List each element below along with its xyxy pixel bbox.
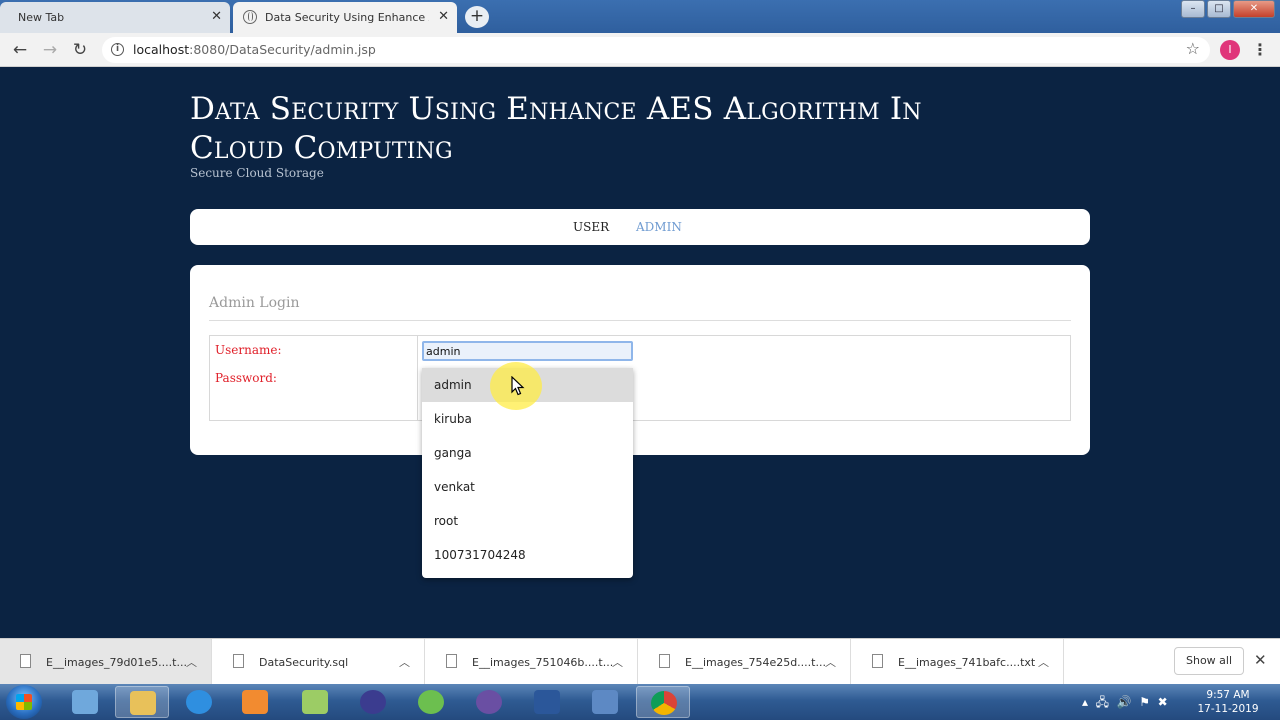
- taskbar-app[interactable]: [578, 686, 632, 718]
- folder-icon: [130, 691, 156, 715]
- suggestion-item[interactable]: ganga: [422, 436, 633, 470]
- taskbar-app[interactable]: [172, 686, 226, 718]
- clock-time: 9:57 AM: [1206, 689, 1250, 701]
- page-subtitle: Secure Cloud Storage: [190, 166, 324, 180]
- chevron-up-icon[interactable]: ︿: [1038, 654, 1049, 670]
- show-all-button[interactable]: Show all: [1174, 647, 1244, 675]
- internet-explorer-icon: [186, 690, 212, 714]
- suggestion-item[interactable]: 100731704248: [422, 538, 633, 572]
- download-item[interactable]: DataSecurity.sql ︿: [213, 639, 425, 685]
- nav-admin-link[interactable]: ADMIN: [636, 220, 682, 234]
- file-icon: [233, 654, 244, 668]
- tab-title: Data Security Using Enhance AES: [265, 11, 429, 24]
- taskbar-app[interactable]: [346, 686, 400, 718]
- username-input[interactable]: admin: [422, 341, 633, 361]
- nav-user-link[interactable]: USER: [573, 220, 609, 234]
- download-filename: E__images_741bafc....txt: [898, 656, 1036, 669]
- admin-login-panel: Admin Login Username: Password: admin: [190, 265, 1090, 455]
- url-path: :8080/DataSecurity/admin.jsp: [189, 42, 376, 57]
- mouse-pointer-icon: [511, 376, 525, 396]
- tab-title: New Tab: [18, 11, 65, 24]
- eclipse-purple-icon: [476, 690, 502, 714]
- site-nav: USER ADMIN: [190, 209, 1090, 245]
- url-host: localhost: [133, 42, 190, 57]
- file-icon: [872, 654, 883, 668]
- globe-icon: [243, 10, 257, 24]
- maximize-button[interactable]: □: [1207, 0, 1231, 18]
- chevron-up-icon[interactable]: ︿: [612, 654, 623, 670]
- page-content: Data Security Using Enhance AES Algorith…: [0, 68, 1280, 638]
- taskbar-app[interactable]: [288, 686, 342, 718]
- close-icon[interactable]: ✕: [211, 9, 222, 24]
- eclipse-icon: [360, 690, 386, 714]
- chart-app-icon: [302, 690, 328, 714]
- browser-toolbar: ← → ↻ i localhost:8080/DataSecurity/admi…: [0, 33, 1280, 67]
- suggestion-item[interactable]: venkat: [422, 470, 633, 504]
- close-icon[interactable]: ✕: [1254, 651, 1267, 669]
- minimize-button[interactable]: –: [1181, 0, 1205, 18]
- panel-heading: Admin Login: [209, 295, 300, 311]
- browser-tab-strip: New Tab ✕ Data Security Using Enhance AE…: [0, 0, 1280, 33]
- system-tray[interactable]: ▴ 🖧 🔊 ⚑ ✖: [1082, 693, 1168, 714]
- login-form: Username: Password: admin: [209, 335, 1071, 421]
- back-arrow-icon[interactable]: ←: [9, 39, 31, 61]
- chevron-up-icon[interactable]: ︿: [399, 654, 410, 670]
- page-title: Data Security Using Enhance AES Algorith…: [190, 91, 922, 166]
- page-scrollbar[interactable]: [1272, 68, 1280, 638]
- forward-arrow-icon[interactable]: →: [39, 39, 61, 61]
- divider: [417, 336, 418, 420]
- windows-taskbar: ▴ 🖧 🔊 ⚑ ✖ 9:57 AM 17-11-2019: [0, 684, 1280, 720]
- download-item[interactable]: E__images_741bafc....txt ︿: [852, 639, 1064, 685]
- divider: [209, 320, 1071, 321]
- bookmark-star-icon[interactable]: ☆: [1186, 39, 1200, 58]
- address-bar[interactable]: i localhost:8080/DataSecurity/admin.jsp …: [102, 37, 1210, 63]
- password-label: Password:: [215, 371, 277, 385]
- chevron-up-icon[interactable]: ︿: [186, 654, 197, 670]
- window-close-button[interactable]: ✕: [1233, 0, 1275, 18]
- username-label: Username:: [215, 343, 282, 357]
- download-filename: DataSecurity.sql: [259, 656, 349, 669]
- download-filename: E__images_754e25d....t...: [685, 656, 826, 669]
- chevron-up-icon[interactable]: ︿: [825, 654, 836, 670]
- downloads-bar: E__images_79d01e5....t... ︿ DataSecurity…: [0, 638, 1280, 685]
- tab-data-security[interactable]: Data Security Using Enhance AES ✕: [233, 2, 457, 33]
- tab-new-tab[interactable]: New Tab ✕: [0, 2, 230, 33]
- android-studio-icon: [418, 690, 444, 714]
- media-player-icon: [242, 690, 268, 714]
- download-item[interactable]: E__images_79d01e5....t... ︿: [0, 639, 212, 685]
- taskbar-app[interactable]: [228, 686, 282, 718]
- download-filename: E__images_79d01e5....t...: [46, 656, 187, 669]
- download-filename: E__images_751046b....t...: [472, 656, 614, 669]
- url-text: localhost:8080/DataSecurity/admin.jsp: [133, 42, 376, 57]
- word-icon: [534, 690, 560, 714]
- taskbar-app[interactable]: [520, 686, 574, 718]
- info-icon[interactable]: i: [111, 43, 124, 56]
- chrome-icon: [651, 691, 677, 715]
- close-icon[interactable]: ✕: [438, 9, 449, 24]
- taskbar-app[interactable]: [115, 686, 169, 718]
- reload-icon[interactable]: ↻: [69, 39, 91, 61]
- taskbar-clock[interactable]: 9:57 AM 17-11-2019: [1196, 688, 1260, 716]
- clock-date: 17-11-2019: [1197, 703, 1259, 715]
- suggestion-item[interactable]: root: [422, 504, 633, 538]
- new-tab-button[interactable]: +: [465, 6, 489, 28]
- start-button[interactable]: [6, 685, 42, 719]
- server-manager-icon: [72, 690, 98, 714]
- download-item[interactable]: E__images_751046b....t... ︿: [426, 639, 638, 685]
- taskbar-app[interactable]: [404, 686, 458, 718]
- profile-avatar[interactable]: I: [1220, 40, 1240, 60]
- taskbar-app[interactable]: [58, 686, 112, 718]
- file-icon: [659, 654, 670, 668]
- kebab-menu-icon[interactable]: ⋮: [1252, 39, 1268, 61]
- file-icon: [446, 654, 457, 668]
- download-item[interactable]: E__images_754e25d....t... ︿: [639, 639, 851, 685]
- taskbar-app[interactable]: [462, 686, 516, 718]
- file-icon: [20, 654, 31, 668]
- virtualbox-icon: [592, 690, 618, 714]
- taskbar-app[interactable]: [636, 686, 690, 718]
